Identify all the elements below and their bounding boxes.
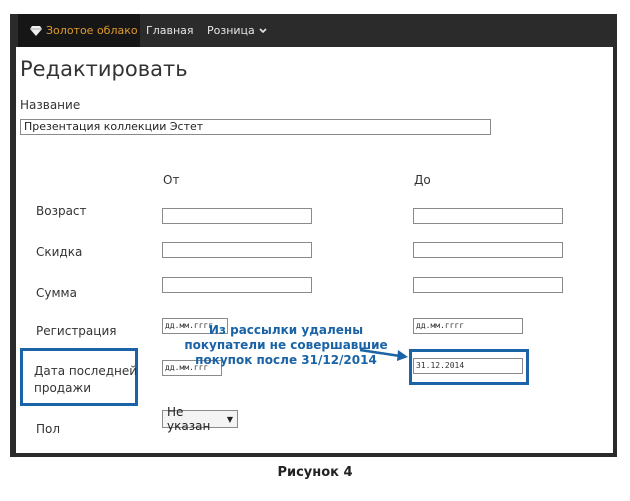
- column-from-header: От: [163, 173, 180, 187]
- sum-to-input[interactable]: [413, 277, 563, 293]
- name-label: Название: [20, 98, 81, 112]
- last-sale-to-value: 31.12.2014: [416, 361, 465, 370]
- annotation-line1: Из рассылки удалены: [208, 323, 364, 337]
- nav-retail-label: Розница: [207, 24, 255, 37]
- registration-label: Регистрация: [36, 324, 117, 338]
- age-to-input[interactable]: [413, 208, 563, 224]
- age-label: Возраст: [36, 204, 87, 218]
- chevron-down-icon: [259, 27, 267, 33]
- sum-from-input[interactable]: [162, 277, 312, 293]
- figure-caption: Рисунок 4: [277, 465, 353, 480]
- registration-to-input[interactable]: дд.мм.гггг: [413, 318, 523, 334]
- main-content: Редактировать Название Презентация колле…: [16, 47, 613, 453]
- name-input-value: Презентация коллекции Эстет: [24, 120, 204, 133]
- name-input[interactable]: Презентация коллекции Эстет: [20, 119, 491, 135]
- brand-label: Золотое облако: [46, 24, 138, 37]
- page-title: Редактировать: [20, 57, 188, 81]
- nav-home[interactable]: Главная: [146, 14, 194, 47]
- nav-retail-dropdown[interactable]: Розница: [207, 14, 268, 47]
- column-to-header: До: [414, 173, 431, 187]
- last-sale-label: Дата последней продажи: [34, 363, 137, 397]
- gender-label: Пол: [36, 422, 61, 436]
- last-sale-label-line2: продажи: [34, 381, 92, 395]
- discount-from-input[interactable]: [162, 242, 312, 258]
- registration-to-placeholder: дд.мм.гггг: [416, 321, 465, 330]
- top-navbar: Золотое облако Главная Розница: [10, 14, 617, 47]
- last-sale-label-line1: Дата последней: [34, 364, 138, 378]
- diamond-icon: [30, 25, 42, 36]
- nav-home-label: Главная: [146, 24, 194, 37]
- last-sale-to-input[interactable]: 31.12.2014: [413, 358, 523, 374]
- discount-to-input[interactable]: [413, 242, 563, 258]
- gender-select[interactable]: Не указан ▼: [162, 405, 238, 433]
- sum-label: Сумма: [36, 286, 77, 300]
- age-from-input[interactable]: [162, 208, 312, 224]
- annotation-arrow-icon: [359, 348, 408, 361]
- select-arrow-icon: ▼: [226, 414, 233, 424]
- brand-link[interactable]: Золотое облако: [18, 14, 140, 47]
- discount-label: Скидка: [36, 245, 83, 259]
- gender-select-value: Не указан: [167, 405, 211, 433]
